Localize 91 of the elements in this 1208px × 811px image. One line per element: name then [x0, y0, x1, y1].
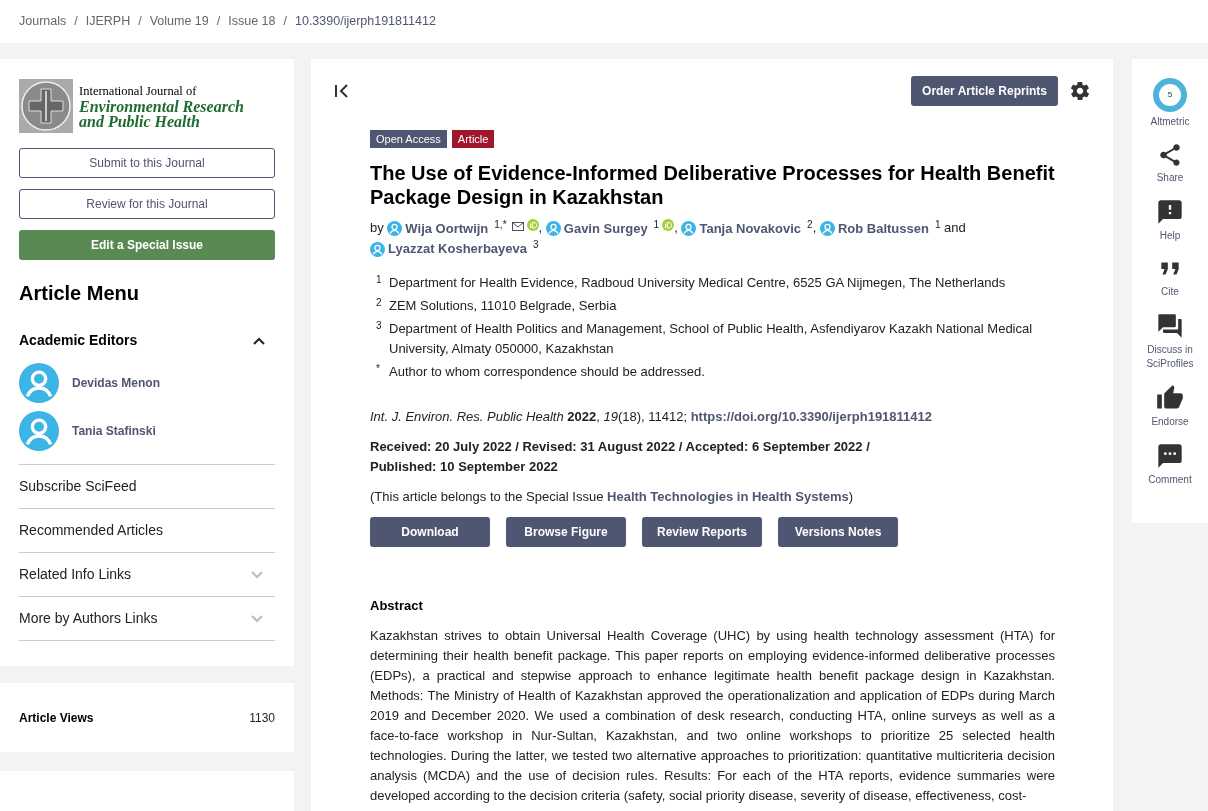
action-button[interactable]: Browse Figure: [506, 517, 626, 548]
chat-icon: [1156, 312, 1184, 340]
chevron-up-icon: [253, 336, 265, 345]
collapse-icon[interactable]: [334, 84, 350, 98]
special-issue-text: ): [848, 489, 854, 505]
breadcrumb-separator: /: [216, 13, 221, 31]
side-tool-button[interactable]: Share: [1137, 142, 1203, 185]
affiliation-mark: *: [375, 362, 381, 377]
journal-button[interactable]: Review for this Journal: [19, 189, 275, 219]
side-tool-button[interactable]: Discuss in SciProfiles: [1137, 312, 1203, 371]
abstract-text: Kazakhstan strives to obtain Universal Health Coverage (UHC) by using health technology assessment (HTA) for determining their health benefit package. This paper reports on employing evidence-informed deliberative processes (EDPs), a practical and stepwise approach to enhance legitimate health benefit package design in Kazakhstan. Methods: The Ministry of Health of Kazakhstan approved the operationalization and application of EDPs during March 2019 and December 2020. We used a combination of desk research, conducting HTA, online surveys as well as a face-to-face workshop in Nur-Sultan, Kazakhstan, and two online workshops to prioritize 25 selected health technologies. During the latter, we tested two alternative approaches to prioritization: quantitative multicriteria decision analysis (MCDA) and the use of decision rules. Results: For each of the HTA reports, evidence summaries were developed according to the decision criteria (safety, social priority disease, severity of disease, effectiveness, cost-: [370, 626, 1055, 805]
journal-button[interactable]: Edit a Special Issue: [19, 230, 275, 260]
person-icon: [819, 221, 835, 237]
affiliation-mark: 1: [934, 218, 941, 231]
affiliation-mark: 3: [533, 239, 539, 252]
action-button[interactable]: Versions Notes: [778, 517, 898, 548]
breadcrumb-link[interactable]: Journals: [19, 12, 67, 31]
side-tool-button[interactable]: Endorse: [1137, 384, 1203, 429]
doi-link[interactable]: https://doi.org/10.3390/ijerph191811412: [690, 409, 932, 425]
affiliation-mark: 2: [375, 296, 383, 311]
person-icon: [19, 411, 59, 451]
menu-item[interactable]: More by Authors Links: [19, 597, 275, 641]
menu-item[interactable]: Subscribe SciFeed: [19, 465, 275, 509]
journal-name: International Journal of: [79, 83, 198, 99]
breadcrumb-link[interactable]: Volume 19: [149, 12, 209, 31]
abstract-heading: Abstract: [370, 597, 424, 616]
affiliation-mark: 1: [375, 273, 383, 288]
author-separator: and: [943, 220, 966, 235]
person-icon: [681, 221, 697, 237]
chevron-down-icon: [251, 570, 263, 579]
breadcrumb-separator: /: [138, 13, 142, 31]
affiliation-text: Author to whom correspondence should be addressed.: [389, 363, 705, 382]
affiliation-text: ZEM Solutions, 11010 Belgrade, Serbia: [389, 297, 617, 316]
person-icon: [370, 241, 385, 257]
thumbs-up-icon: [1156, 384, 1184, 412]
author-link[interactable]: Wija Oortwijn: [405, 218, 489, 239]
author-link[interactable]: Gavin Surgey: [563, 218, 648, 239]
author-separator: ,: [538, 220, 544, 235]
affiliation-mark: 1: [653, 218, 660, 231]
editor-link[interactable]: Devidas Menon: [72, 374, 161, 392]
action-button[interactable]: Download: [370, 517, 490, 548]
chevron-down-icon: [251, 614, 263, 623]
stat-value: 1130: [249, 709, 275, 727]
citation-text: Int. J. Environ. Res. Public Health 2022, 19(18), 11412;: [370, 409, 688, 425]
affiliation-text: Department of Health Politics and Management, School of Public Health, Asfendiyarov Kazakh National Medical University, Almaty 050000, Kazakhstan: [389, 320, 1034, 359]
person-icon: [387, 221, 403, 237]
action-button[interactable]: Review Reports: [642, 517, 762, 548]
side-tool-button[interactable]: 5 Altmetric: [1137, 78, 1203, 129]
affiliation-mark: 2: [807, 218, 813, 231]
comment-icon: [1156, 442, 1184, 470]
envelope-icon[interactable]: [511, 221, 524, 231]
side-tool-button[interactable]: Help: [1137, 198, 1203, 243]
author-link[interactable]: Tanja Novakovic: [699, 218, 802, 239]
journal-name: Environmental Research: [79, 98, 244, 114]
publication-dates: Received: 20 July 2022 / Revised: 31 August 2022 / Accepted: 6 September 2022 / Published: 10 September 2022: [370, 438, 871, 477]
article-tag: Open Access: [370, 130, 447, 148]
breadcrumb-separator: /: [74, 13, 78, 31]
share-icon: [1157, 142, 1183, 168]
side-tool-button[interactable]: Comment: [1137, 442, 1203, 487]
alert-icon: [1156, 198, 1184, 226]
editor-link[interactable]: Tania Stafinski: [72, 422, 156, 440]
affiliation-mark: 3: [375, 319, 383, 334]
breadcrumb-link[interactable]: IJERPH: [85, 12, 131, 31]
order-reprints-button[interactable]: Order Article Reprints: [911, 76, 1058, 106]
affiliation-mark: 1,*: [494, 218, 507, 231]
journal-name: and Public Health: [79, 113, 201, 129]
settings-icon[interactable]: [1069, 80, 1091, 102]
breadcrumb-link[interactable]: Issue 18: [228, 12, 276, 31]
special-issue-link[interactable]: Health Technologies in Health Systems: [607, 489, 849, 505]
altmetric-badge: 5: [1153, 78, 1187, 112]
affiliation-text: Department for Health Evidence, Radboud University Medical Centre, 6525 GA Nijmegen, The Netherlands: [389, 274, 1006, 293]
author-link[interactable]: Lyazzat Kosherbayeva: [388, 239, 527, 260]
journal-logo-icon: [19, 79, 73, 133]
person-icon: [19, 363, 59, 403]
article-tag: Article: [451, 130, 495, 148]
menu-item[interactable]: Related Info Links: [19, 553, 275, 597]
special-issue-text: (This article belongs to the Special Issue: [370, 489, 605, 505]
side-tool-button[interactable]: Cite: [1137, 256, 1203, 299]
menu-heading: Article Menu: [19, 281, 141, 306]
by-label: by: [370, 220, 385, 235]
author-separator: ,: [674, 220, 679, 235]
section-toggle[interactable]: Academic Editors: [19, 330, 275, 351]
stat-label: Article Views: [19, 709, 94, 727]
breadcrumb-separator: /: [283, 13, 287, 31]
menu-item[interactable]: Recommended Articles: [19, 509, 275, 553]
article-title: The Use of Evidence-Informed Deliberative Processes for Health Benefit Package Design in Kazakhstan: [370, 161, 1055, 209]
person-icon: [545, 221, 561, 237]
author-link[interactable]: Rob Baltussen: [837, 218, 929, 239]
author-separator: ,: [812, 220, 818, 235]
breadcrumb-link[interactable]: 10.3390/ijerph191811412: [295, 12, 436, 31]
journal-button[interactable]: Submit to this Journal: [19, 148, 275, 178]
